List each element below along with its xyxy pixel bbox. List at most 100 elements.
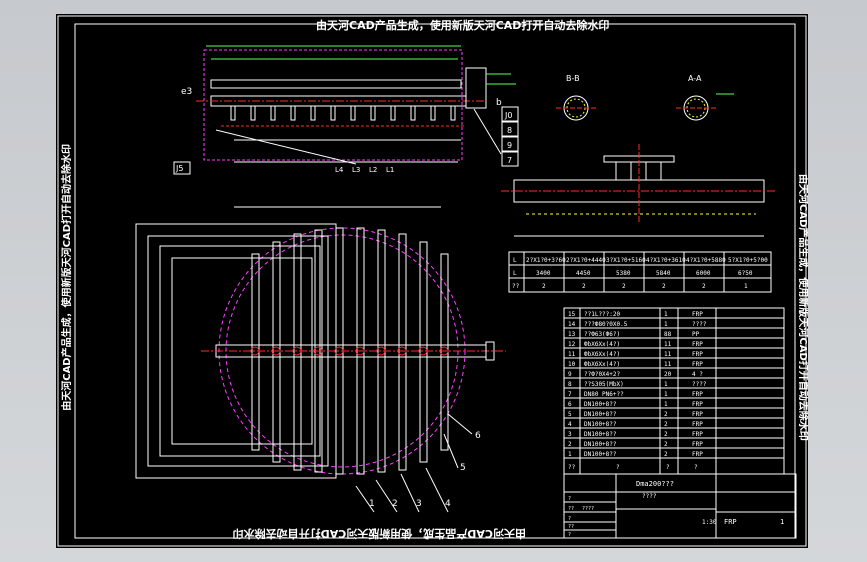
parts-cell-no: 14 <box>568 321 576 328</box>
parts-header-name: ? <box>616 464 620 471</box>
parts-cell-qty: 20 <box>664 371 672 378</box>
title-material: FRP <box>724 518 737 526</box>
cad-viewer: 由天河CAD产品生成，使用新版天河CAD打开自动去除水印 由天河CAD产品生成，… <box>0 0 867 562</box>
parts-cell-mat: FRP <box>692 401 703 408</box>
parts-cell-no: 3 <box>568 431 572 438</box>
dim-row1-5: 6000 <box>696 270 711 277</box>
parts-cell-name: DN100+8?? <box>584 451 617 458</box>
parts-cell-no: 15 <box>568 311 576 318</box>
parts-cell-name: DN100+8?? <box>584 421 617 428</box>
dim-row1-0: L <box>513 270 517 277</box>
parts-cell-name: ??1L???:20 <box>584 311 621 318</box>
parts-cell-no: 9 <box>568 371 572 378</box>
parts-cell-qty: 2 <box>664 411 668 418</box>
dim-row2-3: 2 <box>622 283 626 290</box>
parts-cell-mat: FRP <box>692 411 703 418</box>
parts-cell-qty: 2 <box>664 441 668 448</box>
title-sheet: 1 <box>780 518 784 526</box>
parts-cell-qty: 1 <box>664 401 668 408</box>
leader-right <box>473 108 502 155</box>
front-view: e3 b J0 8 9 7 J5 L4 L3 L2 L1 <box>173 45 519 175</box>
parts-cell-mat: FRP <box>692 351 703 358</box>
label-j0: J0 <box>504 111 512 120</box>
parts-cell-name: ??S305(MbX) <box>584 381 624 388</box>
parts-cell-name: ??Ф63(Ф6?) <box>584 331 620 338</box>
parts-cell-qty: 88 <box>664 331 672 338</box>
parts-cell-qty: 1 <box>664 311 668 318</box>
parts-rows: 15 ??1L???:20 1 FRP14 ???Ф80?0X0.5 1 ????13 ??Ф… <box>564 311 784 459</box>
callout-5: 5 <box>460 463 466 473</box>
parts-cell-mat: FRP <box>692 451 703 458</box>
parts-cell-name: ???Ф80?0X0.5 <box>584 321 628 328</box>
section-views: B-B A-A <box>556 74 734 121</box>
title-small-3: ? <box>568 516 571 522</box>
parts-cell-mat: FRP <box>692 391 703 398</box>
inlet-flange <box>465 67 487 109</box>
parts-cell-no: 5 <box>568 411 572 418</box>
watermark-right: 由天河CAD产品生成，使用新版天河CAD打开自动去除水印 <box>797 174 808 441</box>
dim-header-4: 4?X1?0+3610 <box>646 257 686 264</box>
parts-cell-qty: 2 <box>664 421 668 428</box>
label-l4: L4 <box>335 166 344 174</box>
label-j5: J5 <box>175 164 183 173</box>
parts-cell-qty: 2 <box>664 451 668 458</box>
side-riser-left <box>615 161 632 180</box>
dim-row1-6: 6?50 <box>738 270 753 277</box>
parts-cell-qty: 11 <box>664 341 672 348</box>
callout-4: 4 <box>445 499 451 509</box>
watermark-left: 由天河CAD产品生成，使用新版天河CAD打开自动去除水印 <box>60 144 73 411</box>
dim-header-5: 4?X1?0+5880 <box>686 257 726 264</box>
dim-header-3: 3?X1?0+5160 <box>606 257 646 264</box>
section-label-bb: B-B <box>566 74 580 83</box>
parts-cell-no: 1 <box>568 451 572 458</box>
parts-cell-name: ??Ф?0X4+2? <box>584 371 621 378</box>
parts-cell-qty: 1 <box>664 391 668 398</box>
parts-cell-no: 2 <box>568 441 572 448</box>
dimension-table: L 2?X1?0+3?60 2?X1?0+4440 3?X1?0+5160 4?… <box>508 251 772 293</box>
parts-cell-qty: 1 <box>664 381 668 388</box>
parts-cell-mat: ???? <box>692 321 707 328</box>
dim-row1-3: 5380 <box>616 270 631 277</box>
label-e3: e3 <box>181 87 192 97</box>
parts-cell-mat: FRP <box>692 311 703 318</box>
callout-2: 2 <box>392 499 398 509</box>
dim-row2-1: 2 <box>542 283 546 290</box>
title-block: Dma200??? ???? FRP 1 1:30 ? ?? ???? ? ??… <box>563 473 797 539</box>
header-pipe-top <box>210 79 462 89</box>
parts-cell-name: ФbXбXx(4?) <box>584 341 620 348</box>
dim-row1-4: 5840 <box>656 270 671 277</box>
parts-cell-no: 13 <box>568 331 576 338</box>
label-l1: L1 <box>386 166 394 174</box>
parts-cell-no: 6 <box>568 401 572 408</box>
parts-cell-no: 12 <box>568 341 576 348</box>
parts-cell-no: 7 <box>568 391 572 398</box>
title-small-5: ? <box>568 532 571 538</box>
dim-row2-0: ?? <box>512 283 520 290</box>
label-b: b <box>496 98 502 108</box>
parts-cell-qty: 1 <box>664 321 668 328</box>
parts-cell-mat: ???? <box>692 381 707 388</box>
parts-cell-no: 11 <box>568 351 576 358</box>
callout-6: 6 <box>475 431 481 441</box>
watermark-top: 由天河CAD产品生成，使用新版天河CAD打开自动去除水印 <box>316 18 609 32</box>
label-7: 7 <box>507 156 512 165</box>
parts-cell-qty: 11 <box>664 351 672 358</box>
dim-row2-5: 2 <box>702 283 706 290</box>
drawing-sheet: 由天河CAD产品生成，使用新版天河CAD打开自动去除水印 由天河CAD产品生成，… <box>56 14 808 548</box>
parts-header-no: ?? <box>568 464 576 471</box>
title-small-0: ? <box>568 496 571 502</box>
side-elevation <box>501 144 776 237</box>
parts-cell-no: 4 <box>568 421 572 428</box>
parts-header-qty: ? <box>666 464 670 471</box>
dim-row1-1: 3400 <box>536 270 551 277</box>
label-8: 8 <box>507 126 512 135</box>
parts-cell-mat: FRP <box>692 431 703 438</box>
section-bb-inner <box>566 98 586 118</box>
drawing-canvas: 由天河CAD产品生成，使用新版天河CAD打开自动去除水印 由天河CAD产品生成，… <box>57 15 808 547</box>
parts-cell-mat: PP <box>692 331 700 338</box>
dim-row1-2: 4450 <box>576 270 591 277</box>
parts-cell-name: DN100+8?? <box>584 411 617 418</box>
parts-cell-no: 8 <box>568 381 572 388</box>
label-l3: L3 <box>352 166 360 174</box>
front-view-hidden-outline <box>203 49 463 161</box>
